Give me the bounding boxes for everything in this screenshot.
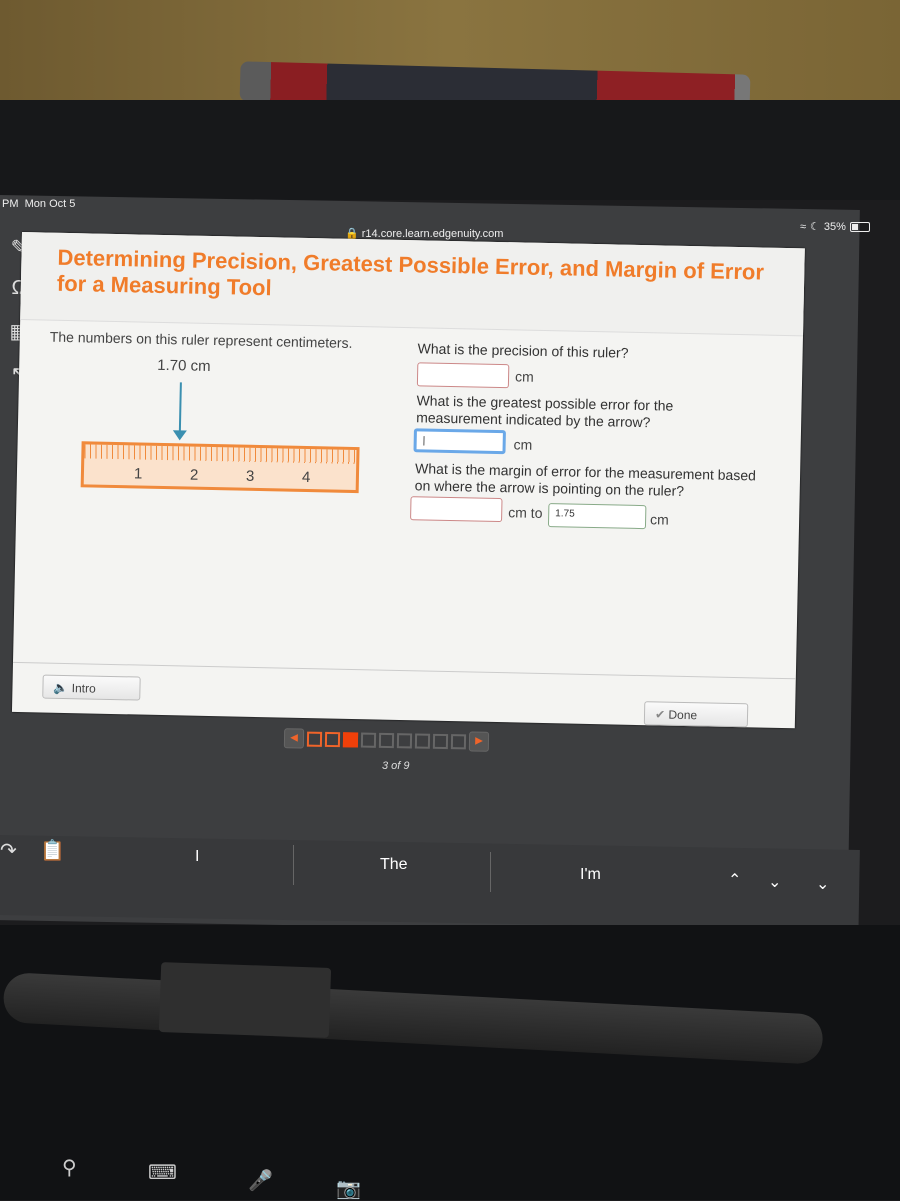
keyboard-icon: ⌨ [148, 1160, 177, 1185]
status-right: ≈ ☾ 35% [800, 220, 870, 233]
unit-label: cm [515, 368, 534, 384]
ruler-number: 1 [134, 465, 143, 482]
done-button[interactable]: ✔ Done [644, 701, 748, 727]
margin-to-input[interactable]: 1.75 [548, 503, 646, 529]
clipboard-icon[interactable]: 📋 [40, 838, 65, 863]
page-3[interactable] [343, 732, 358, 747]
battery-icon [850, 222, 870, 232]
suggestion-1[interactable]: I [195, 848, 199, 866]
ruler: 1 2 3 4 [81, 441, 360, 493]
ruler-number: 2 [190, 467, 199, 484]
intro-button[interactable]: 🔈 Intro [42, 675, 140, 701]
instruction-text: The numbers on this ruler represent cent… [50, 329, 353, 351]
page-1[interactable] [307, 731, 322, 746]
greatest-error-input[interactable]: | [413, 428, 505, 454]
page-count: 3 of 9 [382, 760, 410, 772]
margin-from-input[interactable] [410, 496, 502, 522]
page-6[interactable] [397, 733, 412, 748]
page-5[interactable] [379, 732, 394, 747]
next-page-button[interactable]: ▶ [469, 731, 489, 751]
precision-input[interactable] [417, 362, 509, 388]
prev-page-button[interactable]: ◀ [284, 728, 304, 748]
chevron-down-icon[interactable]: ⌄ [768, 872, 781, 892]
suggestion-2[interactable]: The [380, 856, 408, 874]
moon-icon: ☾ [810, 220, 820, 233]
measurement-label: 1.70 cm [157, 357, 211, 375]
microphone-icon: 🎤 [248, 1168, 273, 1193]
page-title: Determining Precision, Greatest Possible… [20, 232, 805, 336]
wifi-icon: ≈ [800, 221, 806, 233]
page-9[interactable] [451, 734, 466, 749]
lesson-panel: Determining Precision, Greatest Possible… [12, 232, 805, 728]
page-7[interactable] [415, 733, 430, 748]
ruler-ticks [84, 444, 356, 464]
pager: ◀ ▶ [284, 728, 489, 752]
url-text: r14.core.learn.edgenuity.com [362, 228, 504, 240]
status-bar: PM Mon Oct 5 [2, 198, 75, 210]
page-2[interactable] [325, 731, 340, 746]
redo-icon[interactable]: ↷ [0, 838, 17, 863]
page-8[interactable] [433, 733, 448, 748]
page-4[interactable] [361, 732, 376, 747]
unit-label: cm [513, 436, 532, 452]
ruler-number: 4 [302, 469, 311, 486]
intro-label: Intro [72, 681, 96, 695]
checkmark-icon: ✔ [655, 707, 665, 721]
chevron-up-icon[interactable]: ⌃ [728, 870, 741, 890]
battery-percent: 35% [824, 221, 846, 233]
question-precision: What is the precision of this ruler? [417, 340, 777, 365]
date: Mon Oct 5 [25, 198, 76, 210]
time: PM [2, 198, 19, 210]
arrow-head-icon [173, 430, 187, 440]
pointer-arrow [179, 382, 182, 434]
unit-label: cm [650, 511, 669, 527]
search-icon: ⚲ [62, 1155, 77, 1180]
camera-icon: 📷 [336, 1176, 361, 1201]
dismiss-keyboard-icon[interactable]: ⌄ [816, 874, 829, 894]
address-bar[interactable]: 🔒 r14.core.learn.edgenuity.com [345, 227, 503, 240]
ruler-number: 3 [246, 468, 255, 485]
question-greatest-error: What is the greatest possible error for … [416, 392, 697, 432]
suggestion-3[interactable]: I'm [580, 866, 601, 884]
unit-label: cm to [508, 504, 543, 521]
speaker-icon: 🔈 [53, 681, 68, 695]
done-label: Done [668, 708, 697, 723]
separator [490, 852, 491, 892]
question-margin-error: What is the margin of error for the meas… [415, 460, 776, 502]
device-bezel [0, 100, 900, 200]
pen-clip [159, 962, 331, 1038]
separator [293, 845, 294, 885]
hardware-keys: ⚲ ⌨ 🎤 📷 [0, 1140, 900, 1200]
